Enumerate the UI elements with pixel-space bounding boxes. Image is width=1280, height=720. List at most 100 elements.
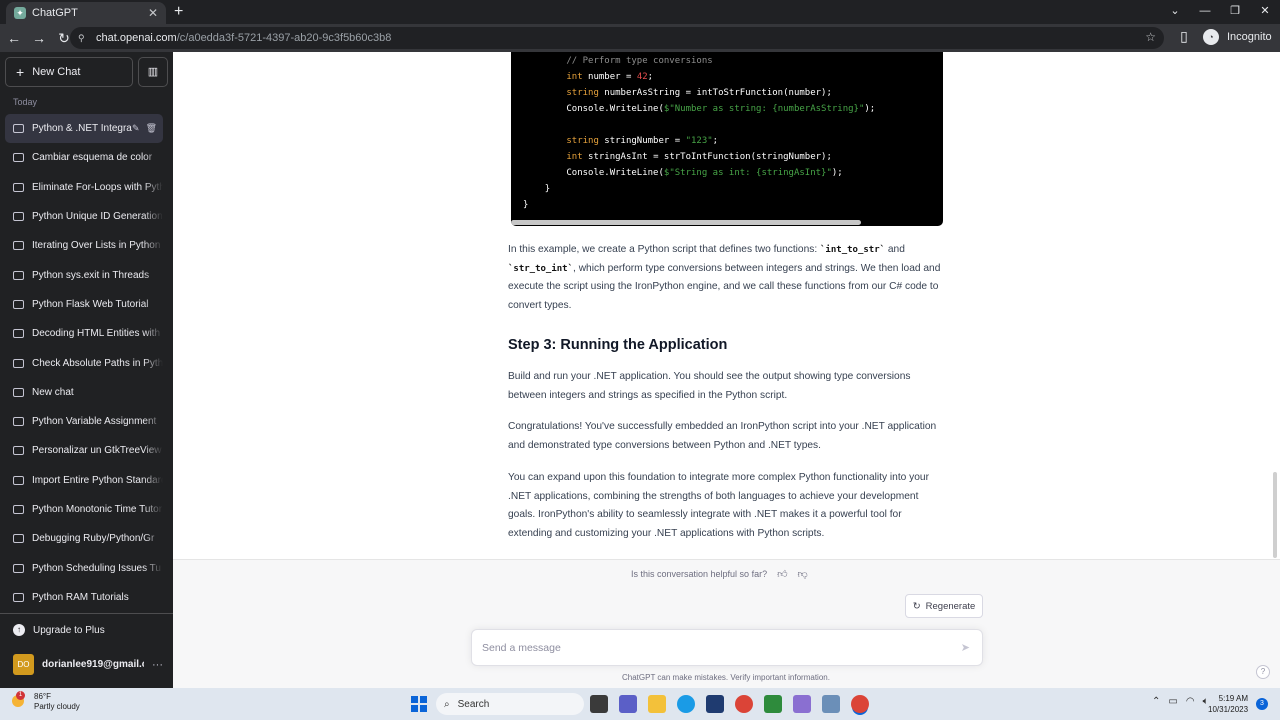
code-line: string numberAsString = intToStrFunction… — [523, 85, 875, 101]
start-windows-icon[interactable] — [411, 696, 427, 712]
clock[interactable]: 5:19 AM 10/31/2023 — [1208, 693, 1248, 715]
chat-history-item[interactable]: Import Entire Python Standard — [5, 466, 163, 495]
code-horizontal-scrollbar[interactable] — [511, 220, 861, 225]
side-panel-icon[interactable]: ▯ — [1173, 28, 1195, 45]
code-line: int stringAsInt = strToIntFunction(strin… — [523, 149, 875, 165]
wifi-icon[interactable]: ◠ — [1186, 696, 1195, 707]
code-token: number = — [582, 72, 637, 82]
chat-history-label: Python Flask Web Tutorial — [32, 298, 149, 310]
minimize-button[interactable]: — — [1190, 0, 1220, 24]
chat-history-item[interactable]: Python Variable Assignment — [5, 407, 163, 436]
chat-history-label: Iterating Over Lists in Python — [32, 240, 161, 252]
site-info-icon[interactable]: ⚲ — [78, 33, 88, 43]
chat-history-item[interactable]: Python Flask Web Tutorial — [5, 290, 163, 319]
chat-bubble-icon — [13, 153, 24, 163]
thumbs-down-icon[interactable]: 👎︎ — [798, 568, 808, 580]
regenerate-button[interactable]: ↻ Regenerate — [905, 594, 983, 618]
maximize-button[interactable]: ❐ — [1220, 0, 1250, 24]
browser-tab[interactable]: ✦ ChatGPT ✕ — [6, 2, 166, 24]
weather-widget[interactable]: 1 86°F Partly cloudy — [10, 691, 80, 712]
chat-history-item[interactable]: Check Absolute Paths in Python — [5, 348, 163, 377]
message-input[interactable] — [482, 640, 942, 656]
taskbar-search-label: Search — [457, 698, 490, 710]
help-button[interactable]: ? — [1256, 665, 1270, 679]
code-token: ; — [647, 72, 654, 82]
chat-history-label: Python Unique ID Generation — [32, 211, 163, 223]
weather-description: Partly cloudy — [34, 702, 80, 711]
chat-history-item[interactable]: Personalizar un GtkTreeView — [5, 436, 163, 465]
edge-browser-icon[interactable] — [677, 695, 695, 713]
inline-code-str-to-int: `str_to_int` — [508, 263, 574, 274]
display-icon[interactable]: ▭ — [1168, 696, 1177, 707]
paragraph-text: In this example, we create a Python scri… — [508, 244, 821, 255]
url-host: chat.openai.com — [96, 32, 177, 44]
delete-trash-icon[interactable]: 🗑︎ — [146, 123, 157, 134]
chrome-icon[interactable] — [735, 695, 753, 713]
chat-history-label: Eliminate For-Loops with Python — [32, 181, 163, 193]
teams-chat-icon[interactable] — [619, 695, 637, 713]
chevron-up-icon[interactable]: ⌃ — [1152, 696, 1160, 707]
tab-title: ChatGPT — [32, 7, 78, 19]
code-line: int number = 42; — [523, 69, 875, 85]
chat-history-item[interactable]: Cambiar esquema de color — [5, 143, 163, 172]
feedback-prompt: Is this conversation helpful so far? 👍︎ … — [631, 568, 808, 580]
upgrade-label: Upgrade to Plus — [33, 624, 105, 636]
paragraph-example: In this example, we create a Python scri… — [508, 241, 948, 315]
user-menu-button[interactable]: DO dorianlee919@gmail.com ··· — [13, 654, 163, 675]
more-options-icon[interactable]: ··· — [152, 659, 163, 671]
vs-code-icon[interactable] — [793, 695, 811, 713]
page-scrollbar[interactable] — [1273, 472, 1277, 558]
chat-history-item[interactable]: Debugging Ruby/Python/Gr — [5, 524, 163, 553]
new-tab-button[interactable]: + — [174, 4, 183, 20]
code-line: } — [523, 181, 875, 197]
chat-history-list: Python & .NET Integra ✎ 🗑︎ Cambiar esquema … — [5, 114, 163, 612]
chat-bubble-icon — [13, 417, 24, 427]
close-sidebar-button[interactable]: ▥ — [138, 57, 168, 87]
code-token: numberAsString = intToStrFunction(number… — [598, 88, 832, 98]
send-icon[interactable]: ➤ — [961, 641, 970, 654]
taskbar-search[interactable]: ⌕ Search — [436, 693, 584, 715]
file-explorer-icon[interactable] — [648, 695, 666, 713]
network-app-icon[interactable] — [822, 695, 840, 713]
tab-search-button[interactable]: ⌄ — [1160, 0, 1190, 24]
chat-history-item[interactable]: Python Scheduling Issues Tu — [5, 553, 163, 582]
code-token: ); — [864, 104, 876, 114]
notepad-plus-icon[interactable] — [764, 695, 782, 713]
address-bar[interactable]: ⚲ chat.openai.com/c/a0edda3f-5721-4397-a… — [70, 27, 1164, 49]
chat-bubble-icon — [13, 592, 24, 602]
close-window-button[interactable]: ✕ — [1250, 0, 1280, 24]
chat-history-item[interactable]: Eliminate For-Loops with Python — [5, 173, 163, 202]
chat-history-item[interactable]: Python RAM Tutorials — [5, 583, 163, 612]
chat-history-label: Python RAM Tutorials — [32, 591, 129, 603]
incognito-icon[interactable]: ◔ — [1203, 28, 1219, 45]
regenerate-label: Regenerate — [925, 600, 976, 612]
code-token: $"Number as string: {numberAsString}" — [663, 104, 865, 114]
tab-close-icon[interactable]: ✕ — [148, 6, 158, 20]
new-chat-button[interactable]: + New Chat — [5, 57, 133, 87]
forward-arrow-icon[interactable]: → — [28, 30, 50, 46]
system-tray: ⌃ ▭ ◠ 🔈︎ — [1152, 696, 1209, 707]
thumbs-up-icon[interactable]: 👍︎ — [777, 568, 787, 580]
chat-history-item[interactable]: New chat — [5, 378, 163, 407]
back-arrow-icon[interactable]: ← — [3, 30, 25, 46]
chat-history-item[interactable]: Python Monotonic Time Tutorial — [5, 495, 163, 524]
paragraph-expand: You can expand upon this foundation to i… — [508, 472, 929, 539]
microsoft-store-icon[interactable] — [706, 695, 724, 713]
avatar: DO — [13, 654, 34, 675]
chrome-active-icon[interactable] — [851, 695, 869, 713]
code-token: Console.WriteLine( — [566, 104, 664, 114]
chat-history-item[interactable]: Python sys.exit in Threads — [5, 260, 163, 289]
inline-code-int-to-str: `int_to_str` — [820, 245, 886, 255]
feedback-question: Is this conversation helpful so far? — [631, 569, 768, 579]
windows-taskbar: 1 86°F Partly cloudy ⌕ Search ⌃ ▭ ◠ 🔈︎ 5… — [0, 688, 1280, 720]
chat-history-item[interactable]: Iterating Over Lists in Python — [5, 231, 163, 260]
chat-history-item[interactable]: Python & .NET Integra ✎ 🗑︎ — [5, 114, 163, 144]
notification-badge[interactable]: 3 — [1256, 698, 1268, 710]
chat-history-item[interactable]: Python Unique ID Generation — [5, 202, 163, 231]
chat-history-item[interactable]: Decoding HTML Entities with — [5, 319, 163, 348]
bookmark-star-icon[interactable]: ☆ — [1145, 30, 1156, 44]
upgrade-to-plus-button[interactable]: ↑ Upgrade to Plus — [13, 624, 105, 636]
clock-time: 5:19 AM — [1218, 694, 1248, 703]
task-view-icon[interactable] — [590, 695, 608, 713]
edit-pencil-icon[interactable]: ✎ — [132, 123, 140, 134]
